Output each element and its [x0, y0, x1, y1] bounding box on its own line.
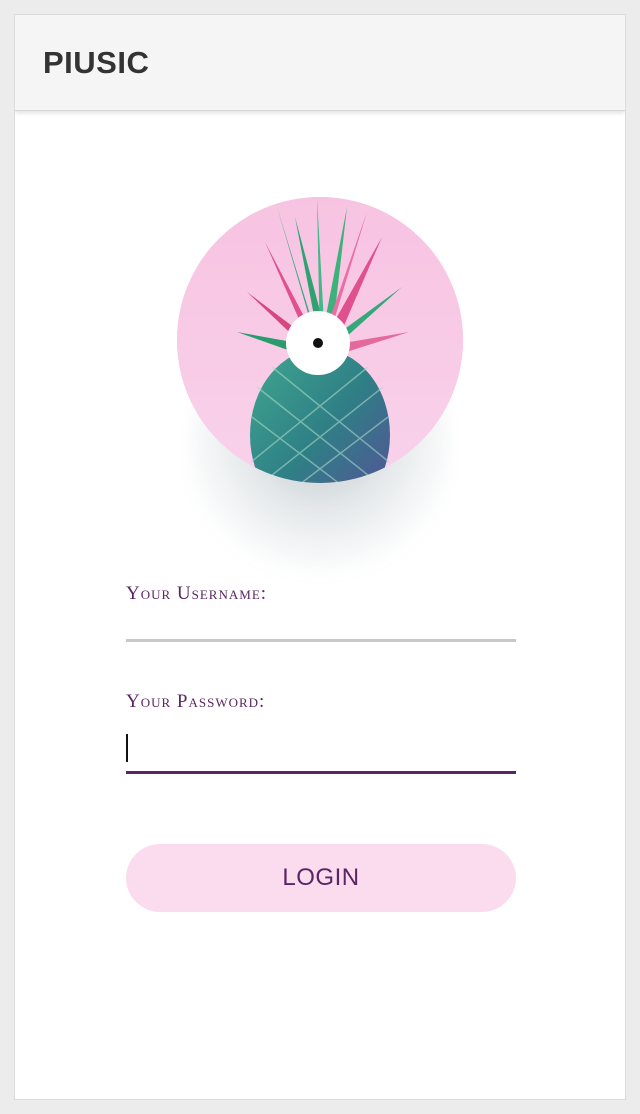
username-underline	[126, 639, 516, 642]
vinyl-center-dot	[313, 338, 323, 348]
app-title: PIUSIC	[43, 45, 150, 80]
password-underline	[126, 771, 516, 774]
password-input[interactable]	[126, 727, 516, 771]
vinyl-center-hole	[286, 311, 350, 375]
login-button[interactable]: LOGIN	[126, 844, 516, 912]
password-label: Your Password:	[126, 691, 266, 712]
app-bar: PIUSIC	[15, 15, 625, 111]
text-caret	[126, 734, 128, 762]
vinyl-pineapple-logo-icon	[177, 197, 463, 483]
app-screen: PIUSIC Your Username: Your Password: LOG…	[14, 14, 626, 1100]
logo-container	[177, 197, 463, 583]
username-input[interactable]	[126, 595, 516, 639]
